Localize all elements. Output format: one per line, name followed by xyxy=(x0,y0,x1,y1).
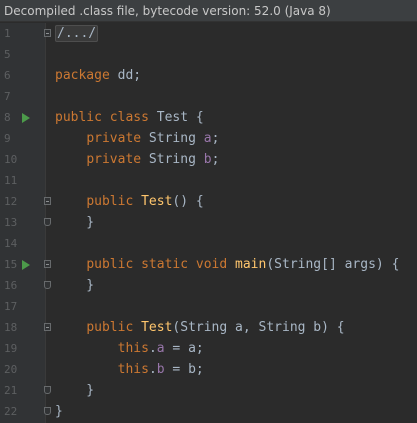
line-number: 17 xyxy=(4,300,18,313)
keyword: private xyxy=(86,131,142,146)
keyword: this xyxy=(117,341,149,356)
code-text: public class Test { xyxy=(55,110,204,125)
line-number: 22 xyxy=(4,405,18,418)
line-number: 16 xyxy=(4,279,18,292)
run-gutter-icon[interactable] xyxy=(22,260,30,270)
line-number: 1 xyxy=(4,27,11,40)
fold-end-icon[interactable] xyxy=(44,281,51,289)
code-line: 1 /.../ xyxy=(0,23,417,44)
code-line: 13 } xyxy=(0,212,417,233)
line-number: 20 xyxy=(4,363,18,376)
code-text: } xyxy=(55,383,95,398)
keyword: this xyxy=(117,362,149,377)
keyword: private xyxy=(86,152,142,167)
line-number: 7 xyxy=(4,90,11,103)
line-number: 13 xyxy=(4,216,18,229)
field-name: a xyxy=(203,131,212,146)
fold-end-icon[interactable] xyxy=(44,407,51,415)
line-number: 15 xyxy=(4,258,18,271)
keyword: package xyxy=(55,68,110,83)
line-number: 6 xyxy=(4,69,11,82)
folded-imports[interactable]: /.../ xyxy=(55,25,99,42)
code-text: public static void main(String[] args) { xyxy=(86,257,400,272)
code-text: this.b = b; xyxy=(117,362,204,377)
code-line: 14 xyxy=(0,233,417,254)
code-line: 12 public Test() { xyxy=(0,191,417,212)
line-number: 18 xyxy=(4,321,18,334)
code-line: 10 private String b; xyxy=(0,149,417,170)
banner-text: Decompiled .class file, bytecode version… xyxy=(4,3,331,18)
method-name: Test xyxy=(141,194,173,209)
field-name: a xyxy=(156,341,165,356)
line-number: 21 xyxy=(4,384,18,397)
line-number: 12 xyxy=(4,195,18,208)
code-editor[interactable]: 1 /.../ 5 6 package dd; 7 8 public class… xyxy=(0,23,417,423)
code-text: public Test() { xyxy=(86,194,204,209)
code-text: this.a = a; xyxy=(117,341,204,356)
fold-end-icon[interactable] xyxy=(44,218,51,226)
method-name: main xyxy=(235,257,267,272)
code-line: 15 public static void main(String[] args… xyxy=(0,254,417,275)
code-text: public Test(String a, String b) { xyxy=(86,320,345,335)
fold-end-icon[interactable] xyxy=(44,386,51,394)
code-text: private String b; xyxy=(86,152,220,167)
code-line: 21 } xyxy=(0,380,417,401)
fold-toggle-icon[interactable] xyxy=(44,260,51,268)
code-line: 5 xyxy=(0,44,417,65)
field-name: b xyxy=(156,362,165,377)
line-number: 5 xyxy=(4,48,11,61)
line-number: 8 xyxy=(4,111,11,124)
code-text: private String a; xyxy=(86,131,220,146)
line-number: 19 xyxy=(4,342,18,355)
line-number: 11 xyxy=(4,174,18,187)
code-line: 17 xyxy=(0,296,417,317)
code-line: 19 this.a = a; xyxy=(0,338,417,359)
field-name: b xyxy=(203,152,212,167)
code-line: 16 } xyxy=(0,275,417,296)
run-gutter-icon[interactable] xyxy=(22,113,30,123)
code-line: 6 package dd; xyxy=(0,65,417,86)
code-line: 8 public class Test { xyxy=(0,107,417,128)
line-number: 9 xyxy=(4,132,11,145)
method-name: Test xyxy=(141,320,173,335)
code-text: } xyxy=(55,278,95,293)
line-number: 10 xyxy=(4,153,18,166)
code-line: 20 this.b = b; xyxy=(0,359,417,380)
code-line: 9 private String a; xyxy=(0,128,417,149)
code-line: 18 public Test(String a, String b) { xyxy=(0,317,417,338)
code-line: 7 xyxy=(0,86,417,107)
keyword: public class xyxy=(55,110,149,125)
keyword: public xyxy=(86,320,134,335)
code-text: package dd; xyxy=(55,68,142,83)
keyword: public static void xyxy=(86,257,228,272)
code-line: 22 } xyxy=(0,401,417,422)
fold-toggle-icon[interactable] xyxy=(44,197,51,205)
code-line: 11 xyxy=(0,170,417,191)
code-text: /.../ xyxy=(55,23,99,44)
keyword: public xyxy=(86,194,134,209)
decompiled-banner: Decompiled .class file, bytecode version… xyxy=(0,0,417,22)
fold-toggle-icon[interactable] xyxy=(44,323,51,331)
code-text: } xyxy=(55,404,63,419)
line-number: 14 xyxy=(4,237,18,250)
code-text: } xyxy=(55,215,95,230)
fold-toggle-icon[interactable] xyxy=(44,29,51,37)
